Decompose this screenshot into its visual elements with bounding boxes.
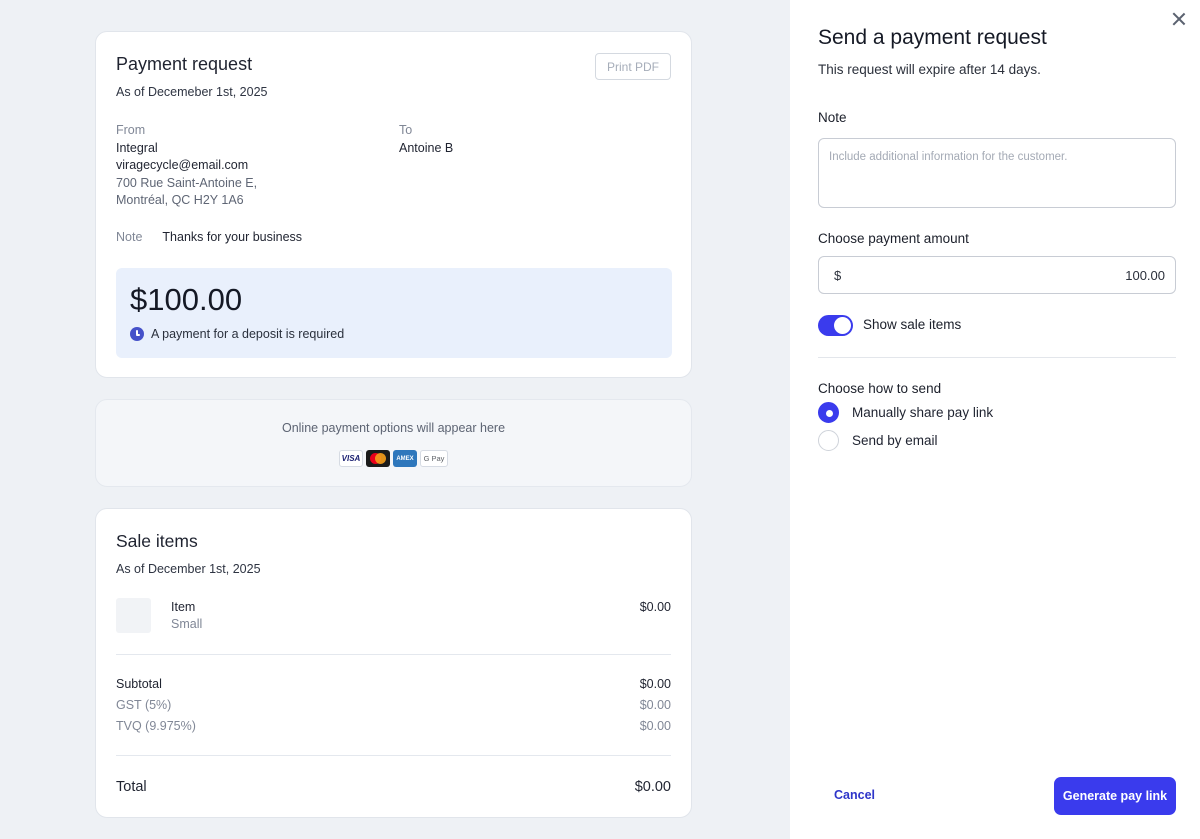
total-label: Total <box>116 779 147 795</box>
item-thumbnail <box>116 598 151 633</box>
radio-send-email[interactable]: Send by email <box>818 430 938 451</box>
note-field-label: Note <box>818 110 847 125</box>
close-icon[interactable] <box>1172 12 1186 26</box>
amex-logo-icon: AMEX <box>393 450 417 467</box>
radio-manual-share[interactable]: Manually share pay link <box>818 402 993 423</box>
payment-preview-area: Payment request As of Decemeber 1st, 202… <box>0 0 790 839</box>
item-price: $0.00 <box>639 600 671 614</box>
payment-request-card: Payment request As of Decemeber 1st, 202… <box>95 31 692 378</box>
subtotal-label: Subtotal <box>116 677 162 691</box>
note-value: Thanks for your business <box>162 230 303 244</box>
from-block: From Integral viragecycle@email.com 700 … <box>116 122 257 210</box>
cancel-button[interactable]: Cancel <box>834 788 875 802</box>
note-textarea[interactable] <box>818 138 1176 208</box>
toggle-knob <box>834 317 851 334</box>
sale-items-title: Sale items <box>116 531 198 551</box>
item-variant: Small <box>171 617 203 631</box>
to-label: To <box>399 123 413 137</box>
panel-divider <box>818 357 1176 358</box>
from-email: viragecycle@email.com <box>116 158 249 172</box>
to-block: To Antoine B <box>399 122 453 157</box>
panel-subtitle: This request will expire after 14 days. <box>818 62 1041 77</box>
show-sale-items-label[interactable]: Show sale items <box>863 317 961 332</box>
panel-title: Send a payment request <box>818 26 1047 49</box>
send-method-label: Choose how to send <box>818 381 942 396</box>
items-divider <box>116 654 671 655</box>
deposit-notice: A payment for a deposit is required <box>130 327 344 341</box>
amount-value: $100.00 <box>130 282 243 317</box>
totals-divider <box>116 755 671 756</box>
item-name: Item <box>171 600 196 614</box>
from-address-line1: 700 Rue Saint-Antoine E, <box>116 175 258 190</box>
show-sale-items-toggle[interactable] <box>818 315 853 336</box>
amount-field-label: Choose payment amount <box>818 231 969 246</box>
gpay-logo-icon: G Pay <box>420 450 448 467</box>
gst-label: GST (5%) <box>116 698 172 712</box>
radio-manual-share-label: Manually share pay link <box>852 405 994 420</box>
request-date: As of Decemeber 1st, 2025 <box>116 85 268 99</box>
from-name: Integral <box>116 140 158 155</box>
subtotal-value: $0.00 <box>639 677 671 691</box>
mastercard-logo-icon <box>366 450 390 467</box>
sale-items-card: Sale items As of December 1st, 2025 Item… <box>95 508 692 818</box>
tvq-value: $0.00 <box>639 719 671 733</box>
send-payment-request-panel: Send a payment request This request will… <box>790 0 1200 839</box>
total-value: $0.00 <box>634 779 671 795</box>
payment-options-text: Online payment options will appear here <box>281 421 506 435</box>
visa-logo-icon: VISA <box>339 450 363 467</box>
payment-logos: VISA AMEX G Pay <box>339 450 448 467</box>
to-name: Antoine B <box>399 140 454 155</box>
tvq-label: TVQ (9.975%) <box>116 719 196 733</box>
amount-box: $100.00 A payment for a deposit is requi… <box>116 268 672 358</box>
payment-options-card: Online payment options will appear here … <box>95 399 692 487</box>
currency-symbol: $ <box>834 267 842 283</box>
clock-icon <box>130 327 144 341</box>
request-title: Payment request <box>116 54 253 74</box>
generate-pay-link-button[interactable]: Generate pay link <box>1054 777 1176 815</box>
radio-button-checked[interactable] <box>818 402 839 423</box>
note-label: Note <box>116 230 143 244</box>
from-address-line2: Montréal, QC H2Y 1A6 <box>116 193 244 207</box>
radio-button-unchecked[interactable] <box>818 430 839 451</box>
print-pdf-button[interactable]: Print PDF <box>595 53 671 80</box>
gst-value: $0.00 <box>639 698 671 712</box>
sale-items-date: As of December 1st, 2025 <box>116 562 261 576</box>
from-label: From <box>116 123 146 137</box>
radio-send-email-label: Send by email <box>852 433 938 448</box>
payment-amount-field[interactable]: $ <box>818 256 1176 294</box>
note-row: Note Thanks for your business <box>116 230 302 244</box>
deposit-text: A payment for a deposit is required <box>151 327 345 341</box>
payment-amount-input[interactable] <box>841 267 1165 283</box>
